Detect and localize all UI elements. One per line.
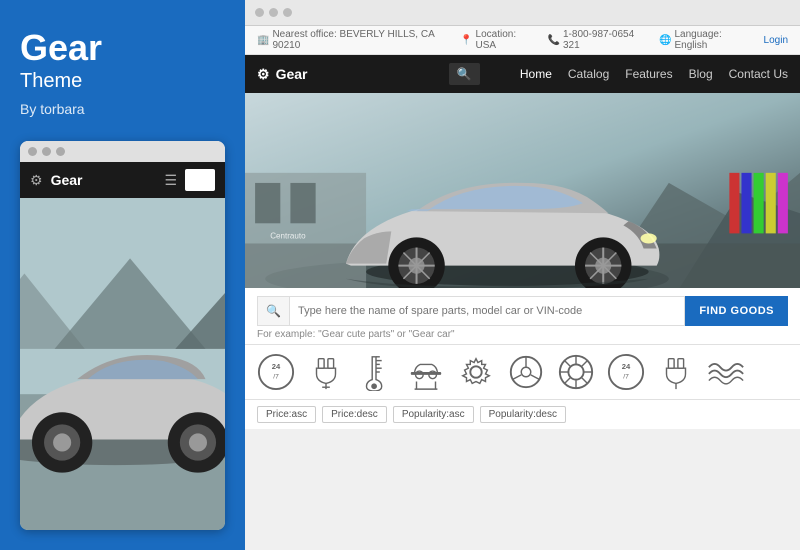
svg-text:24: 24 bbox=[272, 362, 281, 371]
dot-3 bbox=[56, 147, 65, 156]
hero-background: Centrauto bbox=[245, 93, 800, 288]
theme-subtitle: Theme bbox=[20, 70, 225, 93]
hero-svg: Centrauto bbox=[245, 93, 800, 288]
svg-text:24: 24 bbox=[622, 362, 631, 371]
svg-text:/7: /7 bbox=[273, 374, 279, 381]
theme-title: Gear bbox=[20, 30, 225, 66]
language-info: 🌐 Language: English bbox=[659, 29, 748, 51]
tag-price-asc[interactable]: Price:asc bbox=[257, 406, 316, 423]
icon-247: 24 /7 bbox=[257, 353, 295, 391]
language-text: Language: English bbox=[674, 29, 747, 51]
mobile-dots-bar bbox=[20, 141, 225, 162]
website-preview: 🏢 Nearest office: BEVERLY HILLS, CA 9021… bbox=[245, 26, 800, 550]
browser-dot-3 bbox=[283, 8, 292, 17]
office-info: 🏢 Nearest office: BEVERLY HILLS, CA 9021… bbox=[257, 29, 444, 51]
icon-steering-wheel bbox=[507, 353, 545, 391]
mobile-hero-image bbox=[20, 198, 225, 530]
mobile-gear-icon: ⚙ bbox=[30, 172, 43, 189]
search-icon: 🔍 bbox=[266, 304, 281, 318]
office-text: Nearest office: BEVERLY HILLS, CA 90210 bbox=[272, 29, 444, 51]
language-icon: 🌐 bbox=[659, 35, 671, 46]
login-link[interactable]: Login bbox=[764, 35, 788, 46]
icon-item-247: 24 /7 bbox=[257, 353, 295, 391]
nav-features[interactable]: Features bbox=[625, 67, 672, 81]
search-input[interactable] bbox=[289, 296, 685, 326]
browser-dot-2 bbox=[269, 8, 278, 17]
icon-item-wheel bbox=[557, 353, 595, 391]
icon-battery bbox=[657, 353, 695, 391]
icon-item-steering bbox=[507, 353, 545, 391]
icons-row: 24 /7 bbox=[245, 345, 800, 400]
nav-brand: ⚙ Gear bbox=[257, 66, 307, 83]
location-info: 📍 Location: USA bbox=[460, 29, 531, 51]
mobile-car-svg bbox=[20, 198, 225, 530]
mobile-nav-bar: ⚙ Gear ☰ bbox=[20, 162, 225, 198]
nav-search-button[interactable]: 🔍 bbox=[449, 63, 480, 85]
icon-item-247-2: 24 /7 bbox=[607, 353, 645, 391]
info-bar: 🏢 Nearest office: BEVERLY HILLS, CA 9021… bbox=[245, 26, 800, 55]
phone-icon: 📞 bbox=[548, 35, 560, 46]
tags-row: Price:asc Price:desc Popularity:asc Popu… bbox=[245, 400, 800, 429]
theme-author: By torbara bbox=[20, 101, 225, 117]
icon-item-waves bbox=[707, 353, 745, 391]
nav-blog[interactable]: Blog bbox=[689, 67, 713, 81]
icon-item-temp bbox=[357, 353, 395, 391]
nav-catalog[interactable]: Catalog bbox=[568, 67, 609, 81]
icon-item-plug bbox=[307, 353, 345, 391]
browser-chrome bbox=[245, 0, 800, 26]
mobile-hamburger-icon: ☰ bbox=[164, 172, 177, 189]
phone-info: 📞 1-800-987-0654 321 bbox=[548, 29, 644, 51]
mobile-search-box bbox=[185, 169, 215, 191]
icon-item-battery bbox=[657, 353, 695, 391]
search-icon-wrapper: 🔍 bbox=[257, 296, 289, 326]
main-nav: ⚙ Gear 🔍 Home Catalog Features Blog Cont… bbox=[245, 55, 800, 93]
icon-temperature bbox=[357, 353, 395, 391]
nav-brand-text: Gear bbox=[276, 66, 308, 82]
icon-247-2: 24 /7 bbox=[607, 353, 645, 391]
phone-text: 1-800-987-0654 321 bbox=[563, 29, 643, 51]
icon-wheel bbox=[557, 353, 595, 391]
tag-popularity-desc[interactable]: Popularity:desc bbox=[480, 406, 566, 423]
tag-popularity-asc[interactable]: Popularity:asc bbox=[393, 406, 474, 423]
dot-1 bbox=[28, 147, 37, 156]
icon-plug bbox=[307, 353, 345, 391]
nav-gear-icon: ⚙ bbox=[257, 66, 270, 83]
search-hint: For example: "Gear cute parts" or "Gear … bbox=[257, 329, 788, 340]
icon-item-car-lift bbox=[407, 353, 445, 391]
office-icon: 🏢 bbox=[257, 35, 269, 46]
svg-text:Centrauto: Centrauto bbox=[270, 231, 306, 240]
location-icon: 📍 bbox=[460, 35, 472, 46]
search-row: 🔍 FIND GOODS bbox=[257, 296, 788, 326]
icon-item-settings bbox=[457, 353, 495, 391]
nav-home[interactable]: Home bbox=[520, 67, 552, 81]
nav-contact[interactable]: Contact Us bbox=[729, 67, 788, 81]
svg-text:/7: /7 bbox=[623, 374, 629, 381]
browser-dot-1 bbox=[255, 8, 264, 17]
nav-links: Home Catalog Features Blog Contact Us bbox=[520, 67, 788, 81]
right-panel: 🏢 Nearest office: BEVERLY HILLS, CA 9021… bbox=[245, 0, 800, 550]
dot-2 bbox=[42, 147, 51, 156]
icon-car-lift bbox=[407, 353, 445, 391]
icon-waves bbox=[707, 353, 745, 391]
left-panel: Gear Theme By torbara ⚙ Gear ☰ bbox=[0, 0, 245, 550]
location-text: Location: USA bbox=[476, 29, 532, 51]
find-goods-button[interactable]: FIND GOODS bbox=[685, 296, 788, 326]
mobile-brand: Gear bbox=[51, 172, 157, 188]
hero-image: Centrauto bbox=[245, 93, 800, 288]
tag-price-desc[interactable]: Price:desc bbox=[322, 406, 387, 423]
icon-settings bbox=[457, 353, 495, 391]
search-section: 🔍 FIND GOODS For example: "Gear cute par… bbox=[245, 288, 800, 345]
mobile-preview: ⚙ Gear ☰ bbox=[20, 141, 225, 530]
